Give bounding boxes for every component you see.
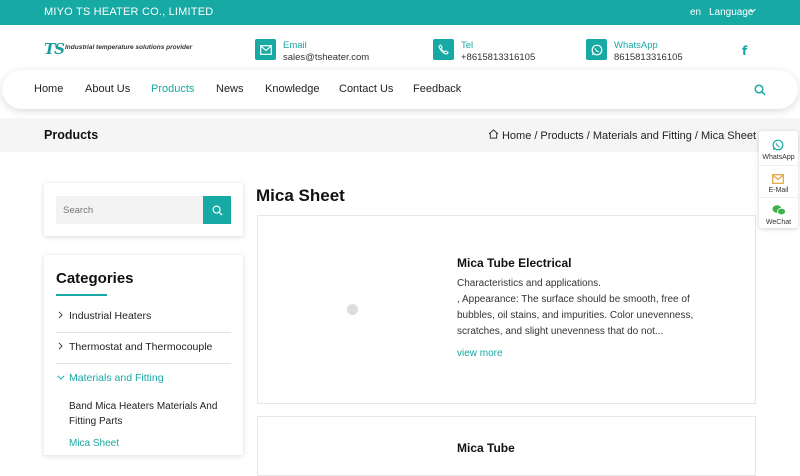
float-label: WhatsApp xyxy=(762,154,795,161)
category-industrial-heaters[interactable]: Industrial Heaters xyxy=(56,302,231,333)
tel-label: Tel xyxy=(461,40,474,51)
float-label: E-Mail xyxy=(768,187,789,194)
search-icon xyxy=(212,205,223,216)
phone-icon xyxy=(433,39,454,60)
category-label: Materials and Fitting xyxy=(69,372,164,384)
categories-panel: Categories Industrial Heaters Thermostat… xyxy=(44,255,243,455)
main-nav: Home About Us Products News Knowledge Co… xyxy=(2,70,798,109)
nav-contact-us[interactable]: Contact Us xyxy=(339,83,393,95)
product-card[interactable]: Mica Tube xyxy=(257,416,756,476)
float-email[interactable]: E-Mail xyxy=(759,165,798,196)
whatsapp-icon xyxy=(586,39,607,60)
breadcrumb: Home / Products / Materials and Fitting … xyxy=(488,129,756,142)
category-label: Industrial Heaters xyxy=(69,310,152,322)
top-bar: MIYO TS HEATER CO., LIMITED en Language xyxy=(0,0,800,25)
float-whatsapp[interactable]: WhatsApp xyxy=(759,133,798,164)
tel-value[interactable]: +8615813316105 xyxy=(461,52,535,63)
whatsapp-label: WhatsApp xyxy=(614,40,658,51)
chevron-right-icon xyxy=(57,342,64,352)
nav-feedback[interactable]: Feedback xyxy=(413,83,461,95)
email-label: Email xyxy=(283,40,307,51)
search-input[interactable] xyxy=(56,196,204,224)
section-title: Mica Sheet xyxy=(256,186,345,205)
breadcrumb-home[interactable]: Home xyxy=(502,130,531,142)
breadcrumb-materials[interactable]: Materials and Fitting xyxy=(593,130,692,142)
breadcrumb-separator: / xyxy=(534,129,538,142)
title-underline xyxy=(56,294,107,296)
nav-home[interactable]: Home xyxy=(34,83,63,95)
breadcrumb-current: Mica Sheet xyxy=(700,129,756,142)
search-button[interactable] xyxy=(203,196,231,224)
breadcrumb-separator: / xyxy=(694,129,698,142)
sidebar-search xyxy=(44,183,243,236)
description-line: Characteristics and applications. xyxy=(457,278,601,289)
breadcrumb-separator: / xyxy=(586,129,590,142)
product-title[interactable]: Mica Tube Electrical xyxy=(457,256,572,270)
nav-about-us[interactable]: About Us xyxy=(85,83,130,95)
float-label: WeChat xyxy=(765,219,792,226)
mail-icon xyxy=(255,39,276,60)
site-logo[interactable]: TS Industrial temperature solutions prov… xyxy=(44,40,204,58)
email-value[interactable]: sales@tsheater.com xyxy=(283,52,369,63)
logo-tagline: Industrial temperature solutions provide… xyxy=(65,44,193,51)
category-materials-fitting[interactable]: Materials and Fitting xyxy=(56,364,231,395)
product-description: Characteristics and applications. , Appe… xyxy=(457,276,722,340)
search-field-box xyxy=(56,196,204,224)
nav-products[interactable]: Products xyxy=(151,83,194,95)
product-card[interactable]: Mica Tube Electrical Characteristics and… xyxy=(257,215,756,404)
view-more-link[interactable]: view more xyxy=(457,348,503,359)
chevron-right-icon xyxy=(57,311,64,321)
float-wechat[interactable]: WeChat xyxy=(759,197,798,228)
product-title[interactable]: Mica Tube xyxy=(457,441,515,455)
categories-title: Categories xyxy=(56,270,134,287)
image-placeholder xyxy=(347,304,358,315)
page-title: Products xyxy=(44,128,99,142)
language-selector[interactable]: Language xyxy=(709,7,754,18)
nav-news[interactable]: News xyxy=(216,83,244,95)
home-icon[interactable] xyxy=(488,129,499,142)
category-label: Thermostat and Thermocouple xyxy=(69,341,213,353)
whatsapp-value[interactable]: 8615813316105 xyxy=(614,52,683,63)
breadcrumb-products[interactable]: Products xyxy=(540,130,583,142)
company-name: MIYO TS HEATER CO., LIMITED xyxy=(44,6,214,18)
breadcrumb-band: Products Home / Products / Materials and… xyxy=(0,118,800,152)
nav-knowledge[interactable]: Knowledge xyxy=(265,83,319,95)
subcategory-band-mica[interactable]: Band Mica Heaters Materials And Fitting … xyxy=(69,399,229,429)
description-line: , Appearance: The surface should be smoo… xyxy=(457,294,694,337)
search-icon[interactable] xyxy=(754,83,766,101)
category-thermostat[interactable]: Thermostat and Thermocouple xyxy=(56,333,231,364)
chevron-down-icon xyxy=(57,373,65,383)
logo-mark: TS xyxy=(44,40,65,58)
chevron-down-icon[interactable] xyxy=(749,6,756,16)
subcategory-mica-sheet[interactable]: Mica Sheet xyxy=(69,436,119,451)
language-code[interactable]: en xyxy=(690,7,701,18)
floating-contact-widget: WhatsApp E-Mail WeChat xyxy=(759,131,798,228)
facebook-icon[interactable]: f xyxy=(742,44,747,58)
